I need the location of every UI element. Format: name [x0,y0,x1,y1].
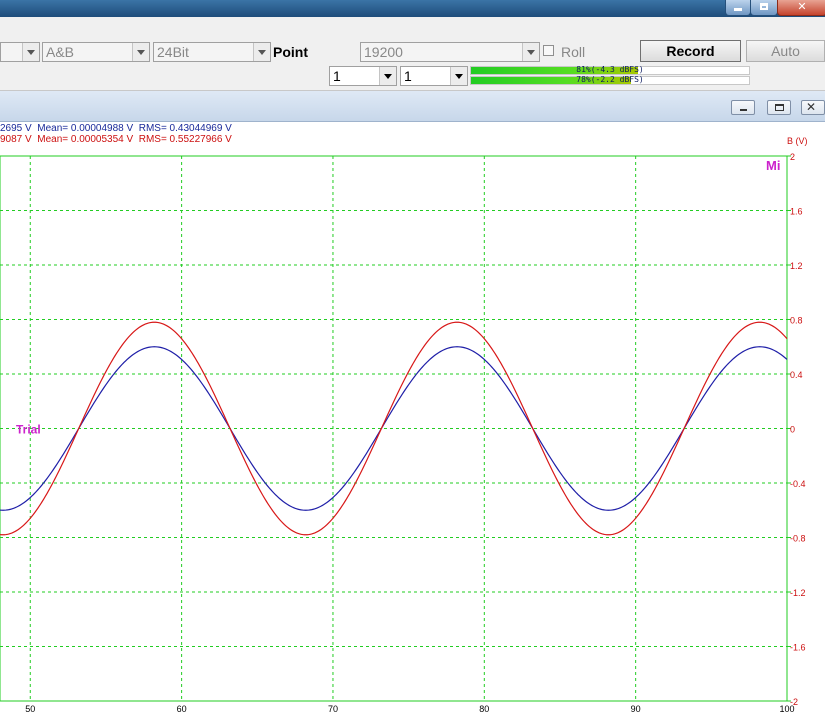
x-tick-label: 50 [25,704,35,714]
y-tick-label: 1.2 [790,261,803,271]
x-tick-label: 90 [631,704,641,714]
x-tick-label: 80 [479,704,489,714]
y-tick-label: 2 [790,152,795,162]
x-tick-label: 70 [328,704,338,714]
oscilloscope-plot[interactable]: 21.61.20.80.40-0.4-0.8-1.2-1.6-250 60 70 80… [0,0,825,716]
y-tick-label: 0.4 [790,370,803,380]
y-tick-label: -0.4 [790,479,806,489]
y-tick-label: 0.8 [790,316,803,326]
corner-label: Mi [766,158,780,173]
y-axis-label: B (V) [787,136,808,146]
y-tick-label: -1.6 [790,643,806,653]
x-tick-label: 100 [779,704,794,714]
y-tick-label: -0.8 [790,534,806,544]
x-tick-label: 60 [177,704,187,714]
y-tick-label: -1.2 [790,588,806,598]
y-tick-label: 1.6 [790,207,803,217]
y-tick-label: 0 [790,425,795,435]
trial-label: Trial [16,423,41,437]
